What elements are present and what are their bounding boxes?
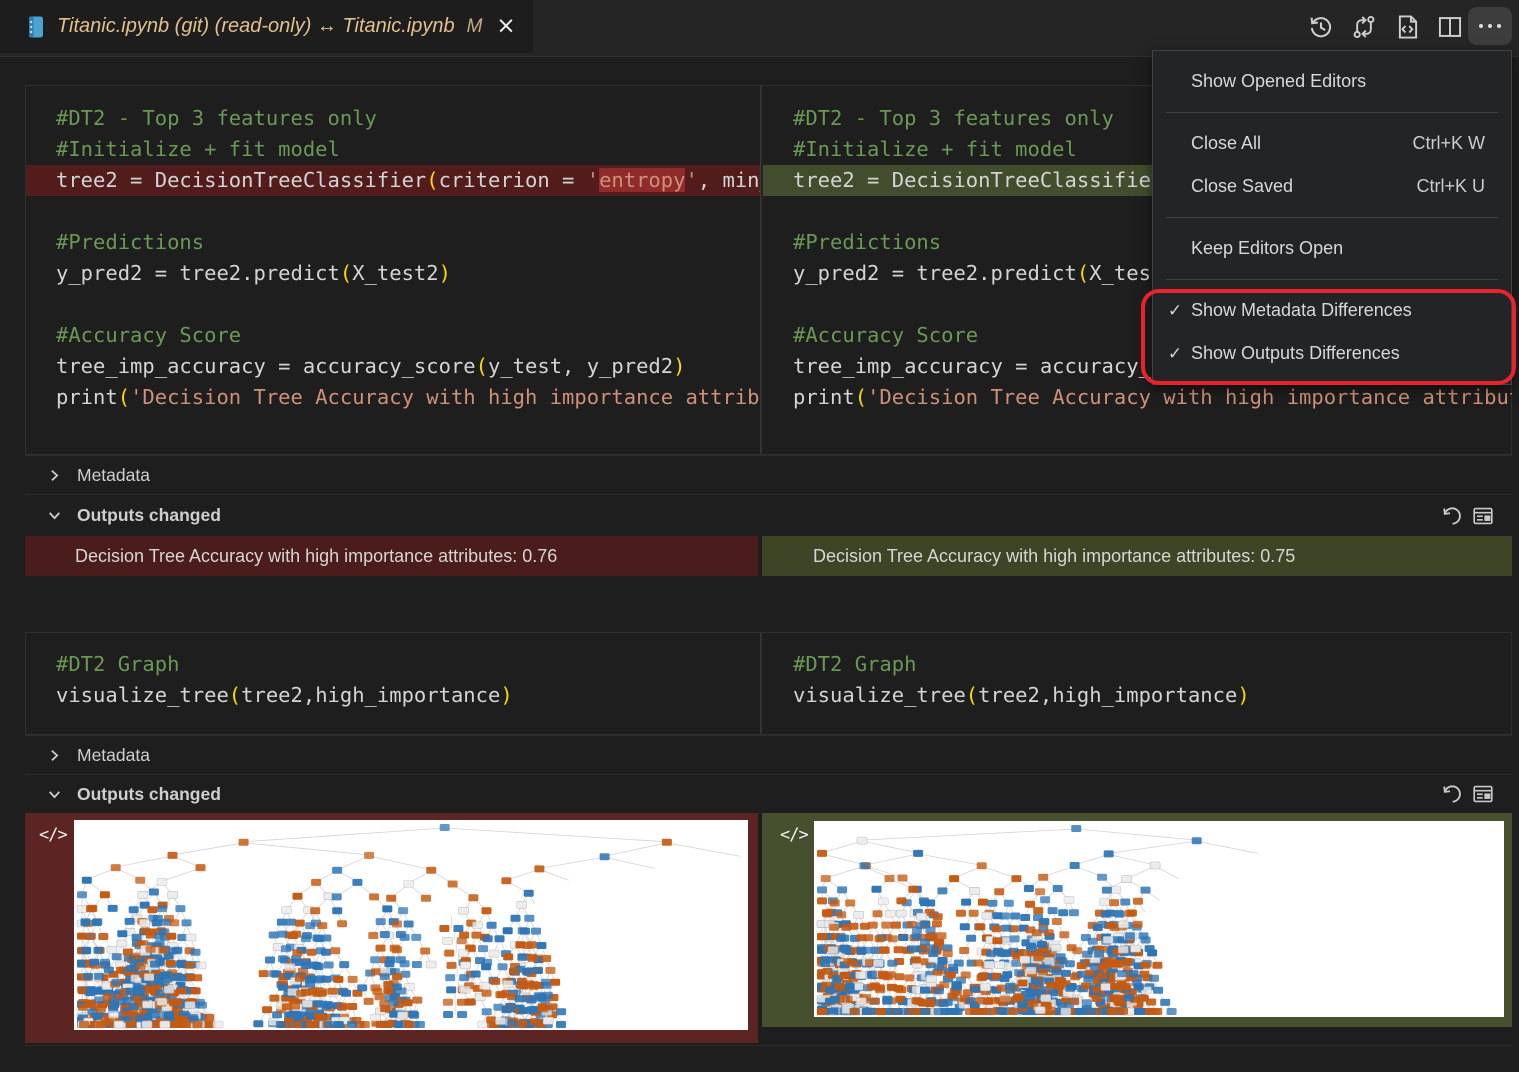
metadata-label: Metadata: [77, 745, 150, 766]
notebook-icon: [26, 15, 45, 39]
output-text-modified: Decision Tree Accuracy with high importa…: [762, 536, 1512, 576]
code-line: visualize_tree(tree2,high_importance): [763, 680, 1512, 711]
output-image-original-container: </>: [25, 813, 758, 1043]
menu-shortcut: Ctrl+K U: [1416, 176, 1485, 197]
code-line: [26, 196, 760, 227]
split-editor-icon[interactable]: [1437, 14, 1463, 40]
menu-shortcut: Ctrl+K W: [1412, 133, 1485, 154]
code-line: print('Decision Tree Accuracy with high …: [763, 382, 1512, 413]
outputs-changed-label: Outputs changed: [77, 784, 221, 805]
outputs-changed-label: Outputs changed: [77, 505, 221, 526]
metadata-section-header-1[interactable]: Metadata: [25, 455, 1512, 494]
open-changes-file-icon[interactable]: [1395, 14, 1421, 40]
revert-output-icon[interactable]: [1440, 783, 1462, 805]
more-actions-icon[interactable]: [1468, 7, 1512, 45]
chevron-right-icon: [46, 467, 63, 484]
tab-title: Titanic.ipynb (git) (read-only) ↔ Titani…: [57, 15, 455, 38]
code-line: [26, 289, 760, 320]
diff-cell-code-2: #DT2 Graphvisualize_tree(tree2,high_impo…: [25, 632, 1512, 735]
menu-item-close-all[interactable]: Close AllCtrl+K W: [1153, 122, 1511, 165]
menu-item-label: Close All: [1191, 133, 1412, 154]
code-line: visualize_tree(tree2,high_importance): [26, 680, 760, 711]
compare-changes-icon[interactable]: [1351, 14, 1377, 40]
menu-item-show-opened-editors[interactable]: Show Opened Editors: [1153, 60, 1511, 103]
tab-bar: Titanic.ipynb (git) (read-only) ↔ Titani…: [0, 0, 1519, 57]
chevron-down-icon: [46, 786, 63, 803]
code-line: #DT2 - Top 3 features only: [26, 103, 760, 134]
code-line: y_pred2 = tree2.predict(X_test2): [26, 258, 760, 289]
output-image-modified-container: </>: [762, 813, 1512, 1027]
diff-pane-original[interactable]: #DT2 Graphvisualize_tree(tree2,high_impo…: [26, 633, 760, 734]
menu-item-label: Keep Editors Open: [1191, 238, 1485, 259]
vscode-notebook-diff-editor: { "tab_bar": { "tab": { "title": "Titani…: [0, 0, 1519, 1072]
code-line: #DT2 Graph: [763, 649, 1512, 680]
tab-titanic-diff[interactable]: Titanic.ipynb (git) (read-only) ↔ Titani…: [0, 0, 533, 53]
tree-output-image-modified: [814, 821, 1504, 1017]
menu-item-keep-editors-open[interactable]: Keep Editors Open: [1153, 227, 1511, 270]
history-icon[interactable]: [1308, 14, 1334, 40]
code-line: #Initialize + fit model: [26, 134, 760, 165]
chevron-down-icon: [46, 507, 63, 524]
rendered-output-icon[interactable]: [1472, 505, 1494, 527]
code-line: tree_imp_accuracy = accuracy_score(y_tes…: [26, 351, 760, 382]
code-output-icon: </>: [780, 825, 808, 845]
code-line: tree2 = DecisionTreeClassifier(criterion…: [26, 165, 760, 196]
output-image-diff: </> </>: [25, 813, 1512, 1046]
menu-item-label: Show Outputs Differences: [1191, 343, 1485, 364]
menu-item-show-outputs-differences[interactable]: ✓Show Outputs Differences: [1153, 332, 1511, 375]
output-text-original: Decision Tree Accuracy with high importa…: [25, 536, 758, 576]
tree-output-image-original: [74, 820, 748, 1030]
code-output-icon: </>: [39, 825, 67, 845]
editor-actions-menu: Show Opened EditorsClose AllCtrl+K WClos…: [1152, 50, 1512, 385]
menu-item-label: Show Metadata Differences: [1191, 300, 1485, 321]
close-icon[interactable]: ×: [496, 15, 515, 38]
menu-separator: [1153, 270, 1511, 289]
code-line: #DT2 Graph: [26, 649, 760, 680]
code-line: #Accuracy Score: [26, 320, 760, 351]
outputs-changed-header-1[interactable]: Outputs changed: [25, 494, 1512, 536]
diff-pane-modified[interactable]: #DT2 Graphvisualize_tree(tree2,high_impo…: [763, 633, 1512, 734]
menu-item-label: Close Saved: [1191, 176, 1416, 197]
rendered-output-icon[interactable]: [1472, 783, 1494, 805]
outputs-changed-header-2[interactable]: Outputs changed: [25, 774, 1512, 813]
menu-separator: [1153, 103, 1511, 122]
menu-item-label: Show Opened Editors: [1191, 71, 1485, 92]
menu-item-show-metadata-differences[interactable]: ✓Show Metadata Differences: [1153, 289, 1511, 332]
code-line: #Predictions: [26, 227, 760, 258]
revert-output-icon[interactable]: [1440, 505, 1462, 527]
check-icon: ✓: [1164, 344, 1186, 364]
output-text-diff: Decision Tree Accuracy with high importa…: [25, 536, 1512, 576]
chevron-right-icon: [46, 747, 63, 764]
metadata-label: Metadata: [77, 465, 150, 486]
menu-item-close-saved[interactable]: Close SavedCtrl+K U: [1153, 165, 1511, 208]
menu-separator: [1153, 208, 1511, 227]
diff-pane-original[interactable]: #DT2 - Top 3 features only#Initialize + …: [26, 86, 760, 454]
check-icon: ✓: [1164, 301, 1186, 321]
modified-badge: M: [467, 16, 483, 38]
code-line: print('Decision Tree Accuracy with high …: [26, 382, 760, 413]
metadata-section-header-2[interactable]: Metadata: [25, 735, 1512, 774]
